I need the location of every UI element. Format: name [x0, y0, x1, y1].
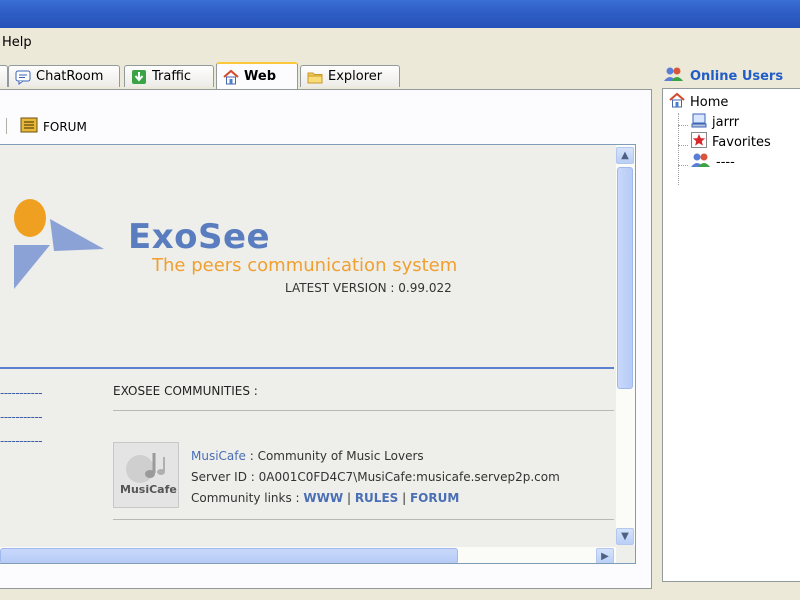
- link-forum[interactable]: FORUM: [410, 491, 459, 505]
- tab-hidden-left[interactable]: [0, 65, 8, 87]
- status-strip: [0, 589, 800, 600]
- forum-label: FORUM: [43, 119, 87, 134]
- tab-label: Traffic: [152, 69, 192, 84]
- server-id: Server ID : 0A001C0FD4C7\MusiCafe:musica…: [191, 470, 560, 484]
- dash-line: -----------: [0, 386, 43, 400]
- horizontal-scroll-thumb[interactable]: [0, 548, 458, 563]
- tree-item-home[interactable]: Home: [669, 92, 728, 112]
- toolbar-separator: [6, 118, 7, 134]
- community-name-link[interactable]: MusiCafe: [191, 449, 246, 463]
- online-users-tree: Home jarrr Favorites ----: [662, 88, 800, 582]
- tree-item-jarrr[interactable]: jarrr: [691, 112, 739, 132]
- version-text: LATEST VERSION : 0.99.022: [285, 281, 452, 295]
- scroll-up-button[interactable]: ▲: [616, 147, 634, 164]
- music-note-icon: [126, 453, 165, 483]
- link-www[interactable]: WWW: [303, 491, 343, 505]
- tab-chatroom[interactable]: ChatRoom: [8, 65, 120, 87]
- musicafe-logo[interactable]: MusiCafe: [113, 442, 179, 508]
- tab-label: ChatRoom: [36, 69, 104, 84]
- forum-button[interactable]: FORUM: [20, 117, 87, 136]
- communities-heading: EXOSEE COMMUNITIES :: [113, 384, 258, 398]
- community-title-row: MusiCafe : Community of Music Lovers: [191, 449, 424, 463]
- musicafe-logo-text: MusiCafe: [120, 483, 177, 496]
- computer-icon: [691, 112, 707, 132]
- chevron-down-icon: ▼: [621, 531, 629, 542]
- link-separator: |: [343, 491, 355, 505]
- window-title-bar[interactable]: [0, 0, 800, 28]
- home-icon: [669, 92, 685, 112]
- tree-connector: [678, 145, 688, 146]
- link-separator: |: [398, 491, 410, 505]
- brand-tagline: The peers communication system: [152, 255, 458, 276]
- links-label: Community links :: [191, 491, 304, 505]
- section-divider: [0, 367, 614, 369]
- divider: [113, 410, 614, 411]
- download-arrow-icon: [131, 69, 147, 85]
- menu-bar: Help: [0, 28, 800, 58]
- scroll-right-button[interactable]: ▶: [596, 548, 614, 563]
- home-icon: [223, 69, 239, 85]
- community-description: : Community of Music Lovers: [245, 449, 424, 463]
- users-icon: [664, 66, 684, 86]
- tree-item-group[interactable]: ----: [691, 152, 735, 172]
- tab-strip: ChatRoom Traffic Web Explorer: [0, 58, 660, 90]
- users-icon: [691, 152, 711, 172]
- web-content: ExoSee The peers communication system LA…: [0, 144, 636, 564]
- tree-item-favorites[interactable]: Favorites: [691, 132, 771, 152]
- brand-title: ExoSee: [128, 217, 271, 257]
- tree-label: ----: [716, 154, 735, 170]
- online-users-panel: Online Users Home jarrr Favorites ----: [662, 58, 800, 588]
- tree-label: Home: [690, 94, 729, 110]
- tab-web[interactable]: Web: [216, 62, 298, 89]
- dash-line: -----------: [0, 410, 43, 424]
- tab-explorer[interactable]: Explorer: [300, 65, 400, 87]
- menu-help[interactable]: Help: [2, 35, 32, 50]
- tree-label: jarrr: [712, 114, 740, 130]
- horizontal-scrollbar[interactable]: ▶: [0, 547, 616, 563]
- exosee-logo-icon: [14, 199, 104, 289]
- scroll-down-button[interactable]: ▼: [616, 528, 634, 545]
- tab-traffic[interactable]: Traffic: [124, 65, 214, 87]
- tab-label: Explorer: [328, 69, 383, 84]
- chat-icon: [15, 69, 31, 85]
- forum-icon: [20, 117, 38, 136]
- online-users-title: Online Users: [690, 68, 784, 84]
- link-rules[interactable]: RULES: [355, 491, 398, 505]
- vertical-scrollbar[interactable]: ▲ ▼: [616, 145, 635, 545]
- tree-connector: [678, 113, 679, 185]
- tree-label: Favorites: [712, 134, 771, 150]
- chevron-up-icon: ▲: [621, 150, 629, 161]
- web-panel: FORUM ExoSee The peers communication sys…: [0, 89, 652, 589]
- tab-label: Web: [244, 69, 276, 84]
- online-users-header: Online Users: [664, 66, 783, 86]
- web-toolbar: FORUM: [0, 108, 600, 138]
- community-links-row: Community links : WWW | RULES | FORUM: [191, 491, 459, 505]
- dash-line: -----------: [0, 434, 43, 448]
- chevron-right-icon: ▶: [601, 551, 609, 562]
- star-icon: [691, 132, 707, 152]
- tree-connector: [678, 165, 688, 166]
- vertical-scroll-thumb[interactable]: [617, 167, 633, 389]
- divider: [113, 519, 614, 520]
- folder-icon: [307, 69, 323, 85]
- tree-connector: [678, 125, 688, 126]
